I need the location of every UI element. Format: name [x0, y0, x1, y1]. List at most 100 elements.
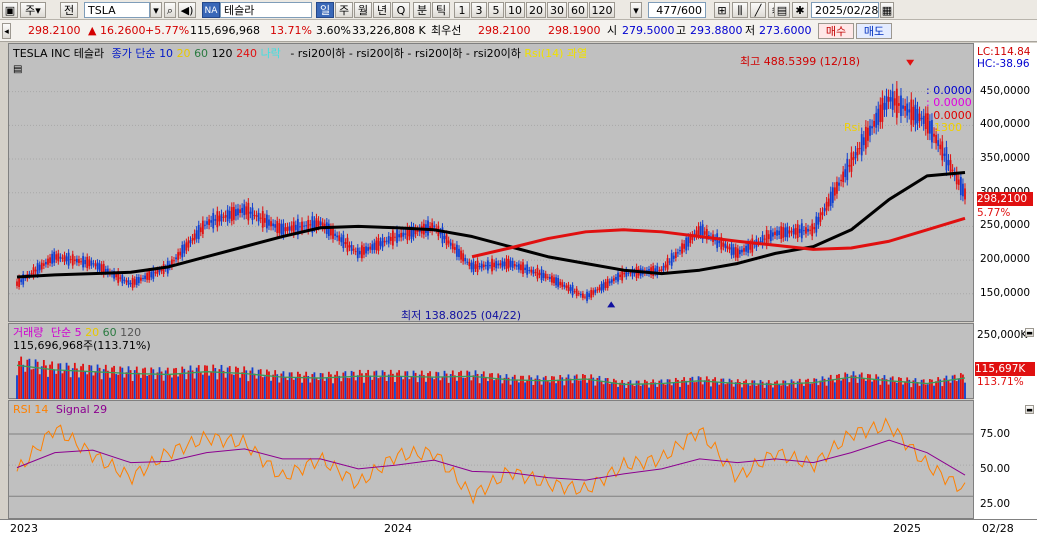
- rsi-maximize-icon[interactable]: ▬: [1025, 405, 1034, 414]
- minute-dropdown[interactable]: ▾: [630, 2, 642, 18]
- candle-body: [784, 227, 787, 237]
- volume-bar: [964, 382, 966, 399]
- sell-button[interactable]: 매도: [856, 23, 892, 39]
- candle-body: [522, 262, 524, 274]
- price-chart-panel[interactable]: TESLA INC 테슬라 종가 단순 10 20 60 120 240 나락 …: [8, 43, 975, 322]
- volume-chart: [16, 356, 966, 399]
- trade-amount: 33,226,808 K: [352, 24, 426, 37]
- minute-10[interactable]: 10: [505, 2, 525, 18]
- volume-bar: [681, 379, 683, 399]
- minute-120[interactable]: 120: [589, 2, 615, 18]
- volume-bar: [177, 376, 179, 399]
- volume-bar: [621, 380, 624, 399]
- candle-body: [914, 104, 917, 125]
- volume-bar: [255, 378, 258, 399]
- draw-line-icon[interactable]: ╱: [750, 2, 766, 18]
- candle-body: [513, 264, 516, 267]
- volume-legend-prefix: 단순: [50, 326, 72, 339]
- ticker-input[interactable]: TSLA: [84, 2, 150, 18]
- volume-bar: [146, 375, 149, 399]
- minute-1[interactable]: 1: [454, 2, 470, 18]
- gear-icon[interactable]: ✱: [792, 2, 808, 18]
- period-day[interactable]: 일: [316, 2, 334, 18]
- bar-count-field[interactable]: 477/600: [648, 2, 706, 18]
- candle-body: [237, 208, 239, 216]
- candle-body: [313, 220, 316, 228]
- volume-bar: [338, 375, 341, 399]
- vol-tag: 115,697K: [975, 362, 1035, 376]
- volume-bar: [199, 372, 202, 399]
- candle-body: [245, 206, 248, 215]
- volume-bar: [633, 385, 636, 399]
- search-icon[interactable]: ⌕: [164, 2, 176, 18]
- candle-body: [381, 237, 384, 248]
- period-minute[interactable]: 분: [413, 2, 431, 18]
- volume-bar: [173, 368, 175, 399]
- candle-body: [767, 234, 770, 240]
- minute-3[interactable]: 3: [471, 2, 487, 18]
- volume-ratio: 13.71%: [270, 24, 312, 37]
- candle-body: [774, 231, 776, 236]
- volume-bar: [22, 364, 25, 399]
- volume-bar: [441, 376, 444, 399]
- volume-bar: [520, 375, 522, 399]
- legend-rsi-label-3: rsi20이하: [414, 47, 463, 60]
- volume-bar: [416, 382, 419, 399]
- volume-bar: [123, 377, 126, 399]
- volume-bar: [429, 371, 431, 399]
- volume-bar: [862, 378, 865, 399]
- period-quarter[interactable]: Q: [392, 2, 410, 18]
- period-week[interactable]: 주: [335, 2, 353, 18]
- volume-maximize-icon[interactable]: ▬: [1025, 328, 1034, 337]
- chart-type-icon[interactable]: ▣: [2, 2, 18, 18]
- volume-bar: [844, 372, 847, 399]
- candle-body: [879, 104, 882, 123]
- speaker-icon[interactable]: ◀): [178, 2, 196, 18]
- volume-bar: [367, 369, 370, 399]
- minute-5[interactable]: 5: [488, 2, 504, 18]
- buy-button[interactable]: 매수: [818, 23, 854, 39]
- candle-body: [598, 287, 601, 291]
- period-month[interactable]: 월: [354, 2, 372, 18]
- date-field[interactable]: 2025/02/28: [811, 2, 879, 18]
- ticker-dropdown[interactable]: ▾: [150, 2, 162, 18]
- candle-body: [658, 269, 661, 271]
- candle-body: [728, 247, 731, 250]
- candle-body: [191, 237, 194, 241]
- candle-body: [511, 261, 514, 268]
- volume-bar: [28, 358, 31, 399]
- rsi-chart-panel[interactable]: RSI 14 Signal 29: [8, 400, 975, 519]
- candle-body: [579, 293, 582, 296]
- high-price: 293.8800: [690, 24, 743, 37]
- candle-body: [377, 237, 380, 251]
- minute-30[interactable]: 30: [547, 2, 567, 18]
- candle-body: [449, 242, 452, 246]
- volume-bar: [334, 374, 336, 399]
- candle-body: [92, 263, 95, 265]
- volume-bar: [788, 383, 791, 399]
- candle-icon[interactable]: ⫼: [732, 2, 748, 18]
- volume-bar: [144, 367, 146, 399]
- mode-select-2[interactable]: 전: [60, 2, 78, 18]
- volume-bar: [664, 384, 667, 399]
- volume-bar: [639, 385, 642, 399]
- panel-menu-icon[interactable]: ▤: [13, 64, 25, 76]
- volume-bar: [259, 369, 262, 399]
- minute-60[interactable]: 60: [568, 2, 588, 18]
- candle-body: [456, 244, 458, 257]
- period-year[interactable]: 년: [373, 2, 391, 18]
- candle-body: [687, 237, 690, 247]
- zoom-icon[interactable]: ⊞: [714, 2, 730, 18]
- candle-body: [730, 244, 733, 256]
- mode-select-1[interactable]: 주▾: [20, 2, 46, 18]
- minute-20[interactable]: 20: [526, 2, 546, 18]
- volume-chart-panel[interactable]: 거래량 단순 5 20 60 120 115,696,968주(113.71%): [8, 323, 974, 399]
- save-icon[interactable]: ▤: [774, 2, 790, 18]
- period-tick[interactable]: 틱: [432, 2, 450, 18]
- candle-body: [358, 250, 361, 255]
- volume-bar: [251, 367, 254, 399]
- ma120-line: [16, 171, 966, 279]
- volume-bar: [579, 380, 582, 399]
- calendar-icon[interactable]: ▦: [880, 2, 894, 18]
- prev-arrow-icon[interactable]: ◂: [2, 23, 11, 39]
